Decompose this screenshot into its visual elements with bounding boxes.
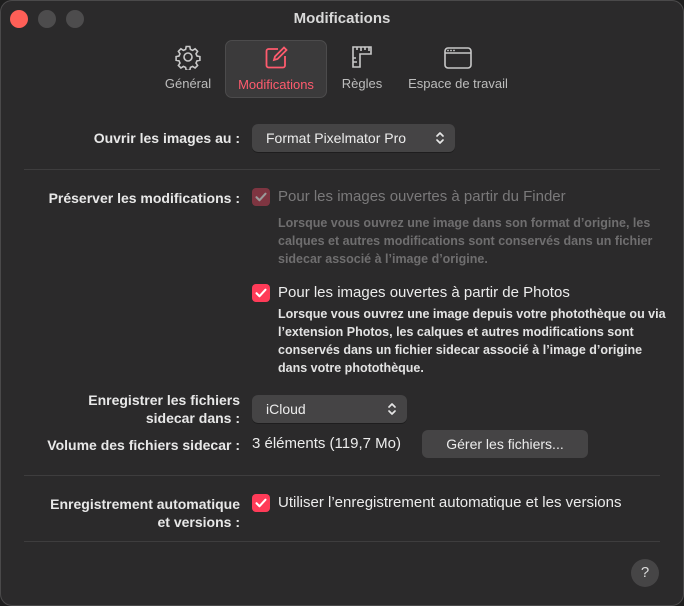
tab-modifications[interactable]: Modifications bbox=[225, 40, 327, 98]
section-divider bbox=[24, 541, 660, 542]
sidecar-volume-value: 3 éléments (119,7 Mo) bbox=[252, 435, 401, 452]
tab-modifications-label: Modifications bbox=[238, 77, 314, 92]
sidecar-location-popup[interactable]: iCloud bbox=[252, 395, 407, 423]
tab-rules-label: Règles bbox=[341, 76, 383, 91]
autosave-label: Enregistrement automatique et versions : bbox=[50, 495, 240, 531]
sidecar-volume-label: Volume des fichiers sidecar : bbox=[47, 437, 240, 453]
tab-workspace-label: Espace de travail bbox=[408, 76, 508, 91]
checkmark-icon bbox=[255, 192, 267, 202]
sidecar-location-value: iCloud bbox=[266, 401, 306, 417]
photos-checkbox[interactable] bbox=[252, 284, 270, 302]
window-title: Modifications bbox=[293, 10, 391, 27]
preferences-window: Modifications Général Modifications Règl… bbox=[0, 0, 684, 606]
title-bar: Modifications bbox=[0, 0, 684, 38]
autosave-option-label: Utiliser l’enregistrement automatique et… bbox=[278, 494, 622, 511]
tab-rules[interactable]: Règles bbox=[334, 40, 390, 96]
gear-icon bbox=[156, 40, 220, 70]
preferences-toolbar: Général Modifications Règles Espace de t… bbox=[0, 38, 684, 98]
sidecar-location-label-line1: Enregistrer les fichiers bbox=[88, 392, 240, 408]
finder-option-label: Pour les images ouvertes à partir du Fin… bbox=[278, 188, 566, 205]
open-format-popup[interactable]: Format Pixelmator Pro bbox=[252, 124, 455, 152]
open-images-label: Ouvrir les images au : bbox=[93, 130, 240, 146]
preserve-label: Préserver les modifications : bbox=[48, 190, 240, 206]
autosave-checkbox[interactable] bbox=[252, 494, 270, 512]
manage-files-button[interactable]: Gérer les fichiers... bbox=[422, 430, 588, 458]
ruler-icon bbox=[334, 40, 390, 70]
section-divider bbox=[24, 169, 660, 170]
open-format-value: Format Pixelmator Pro bbox=[266, 130, 407, 146]
window-icon bbox=[400, 40, 516, 70]
autosave-label-line1: Enregistrement automatique bbox=[50, 496, 240, 512]
photos-option-description: Lorsque vous ouvrez une image depuis vot… bbox=[278, 307, 666, 375]
section-divider bbox=[24, 475, 660, 476]
sidecar-location-label: Enregistrer les fichiers sidecar dans : bbox=[88, 391, 240, 427]
autosave-label-line2: et versions : bbox=[157, 514, 240, 530]
checkmark-icon bbox=[255, 498, 267, 508]
finder-checkbox[interactable] bbox=[252, 188, 270, 206]
sidecar-location-label-line2: sidecar dans : bbox=[145, 410, 240, 426]
tab-general-label: Général bbox=[164, 76, 212, 91]
tab-general[interactable]: Général bbox=[156, 40, 220, 96]
edit-icon bbox=[226, 41, 326, 71]
finder-option-description: Lorsque vous ouvrez une image dans son f… bbox=[278, 216, 653, 266]
help-button[interactable]: ? bbox=[631, 559, 659, 587]
chevron-updown-icon bbox=[388, 403, 396, 415]
chevron-updown-icon bbox=[436, 132, 444, 144]
tab-workspace[interactable]: Espace de travail bbox=[400, 40, 516, 96]
photos-option-label: Pour les images ouvertes à partir de Pho… bbox=[278, 284, 570, 301]
checkmark-icon bbox=[255, 288, 267, 298]
